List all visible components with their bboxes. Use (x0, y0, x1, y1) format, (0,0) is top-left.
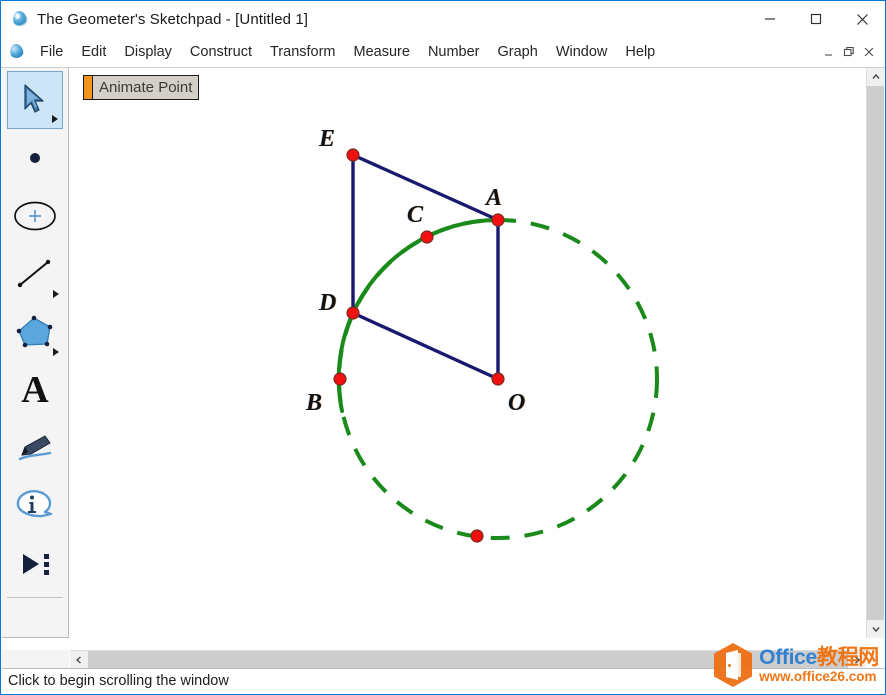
menu-item-file[interactable]: File (31, 41, 72, 63)
scroll-up-button[interactable] (867, 68, 885, 86)
vertical-scroll-thumb[interactable] (867, 86, 884, 620)
point-A[interactable] (491, 213, 505, 227)
arc-A-to-B[interactable] (336, 217, 500, 413)
window-title: The Geometer's Sketchpad - [Untitled 1] (37, 10, 309, 28)
animate-point-button-label: Animate Point (92, 75, 200, 100)
segment-E-A[interactable] (352, 153, 499, 222)
document-water-drop-icon[interactable] (8, 42, 25, 60)
sketch-canvas[interactable]: E A C D B O Animate Point (70, 68, 866, 638)
watermark-url: www.office26.com (759, 668, 877, 684)
menu-item-measure[interactable]: Measure (345, 41, 419, 63)
tool-polygon[interactable] (7, 303, 63, 361)
sketchpad-window: The Geometer's Sketchpad - [Untitled 1] … (0, 0, 886, 695)
mdi-minimize-button[interactable] (819, 42, 839, 62)
straightedge-tool-flyout-icon[interactable] (53, 290, 59, 298)
app-water-drop-icon (11, 9, 29, 28)
tool-information[interactable] (7, 477, 63, 535)
office-hexagon-logo-icon (712, 642, 754, 688)
menu-item-graph[interactable]: Graph (489, 41, 547, 63)
tool-compass-circle[interactable] (7, 187, 63, 245)
point-O[interactable] (491, 372, 505, 386)
point-label-O[interactable]: O (508, 391, 525, 415)
animate-button-indicator-bar (83, 75, 92, 100)
menu-item-number[interactable]: Number (419, 41, 489, 63)
menu-item-edit[interactable]: Edit (72, 41, 115, 63)
letter-a-icon: A (21, 369, 49, 411)
menu-item-window[interactable]: Window (547, 41, 617, 63)
watermark-brand-cn: 教程网 (816, 645, 879, 669)
segment-D-O[interactable] (352, 311, 499, 381)
arrow-tool-flyout-icon[interactable] (52, 115, 58, 123)
point-label-B[interactable]: B (306, 391, 322, 415)
scrollbar-corner (2, 650, 69, 668)
menu-item-display[interactable]: Display (115, 41, 181, 63)
tool-text[interactable]: A (7, 361, 63, 419)
menu-item-construct[interactable]: Construct (181, 41, 261, 63)
point-label-E[interactable]: E (319, 127, 335, 151)
tool-custom-tools[interactable] (7, 535, 63, 593)
site-watermark: Office教程网 www.office26.com (712, 642, 879, 688)
menu-item-transform[interactable]: Transform (261, 41, 345, 63)
close-button[interactable] (839, 1, 885, 37)
point-E[interactable] (346, 148, 360, 162)
watermark-text: Office教程网 www.office26.com (759, 647, 879, 684)
title-bar: The Geometer's Sketchpad - [Untitled 1] (1, 1, 885, 37)
toolbox: A (2, 68, 69, 638)
point-label-D[interactable]: D (319, 291, 336, 315)
maximize-button[interactable] (793, 1, 839, 37)
mdi-close-button[interactable] (859, 42, 879, 62)
scroll-down-button[interactable] (867, 620, 885, 638)
mdi-window-controls (819, 42, 885, 62)
animate-point-button[interactable]: Animate Point (83, 75, 200, 100)
polygon-tool-flyout-icon[interactable] (53, 348, 59, 356)
menu-bar: File Edit Display Construct Transform Me… (1, 37, 885, 68)
mdi-restore-button[interactable] (839, 42, 859, 62)
toolbox-divider (7, 597, 63, 598)
status-message: Click to begin scrolling the window (8, 673, 229, 689)
scroll-left-button[interactable] (70, 651, 88, 669)
point-B[interactable] (333, 372, 347, 386)
tool-marker[interactable] (7, 419, 63, 477)
menu-item-help[interactable]: Help (616, 41, 664, 63)
geometry-figure (333, 148, 659, 543)
point-label-A[interactable]: A (486, 186, 502, 210)
point-C[interactable] (420, 230, 434, 244)
window-controls (747, 1, 885, 37)
point-bottom-of-circle[interactable] (470, 529, 484, 543)
point-D[interactable] (346, 306, 360, 320)
tool-point[interactable] (7, 129, 63, 187)
watermark-brand-en: Office (759, 645, 817, 669)
minimize-button[interactable] (747, 1, 793, 37)
point-label-C[interactable]: C (407, 203, 423, 227)
tool-straightedge[interactable] (7, 245, 63, 303)
tool-arrow-select[interactable] (7, 71, 63, 129)
vertical-scrollbar[interactable] (866, 68, 884, 638)
